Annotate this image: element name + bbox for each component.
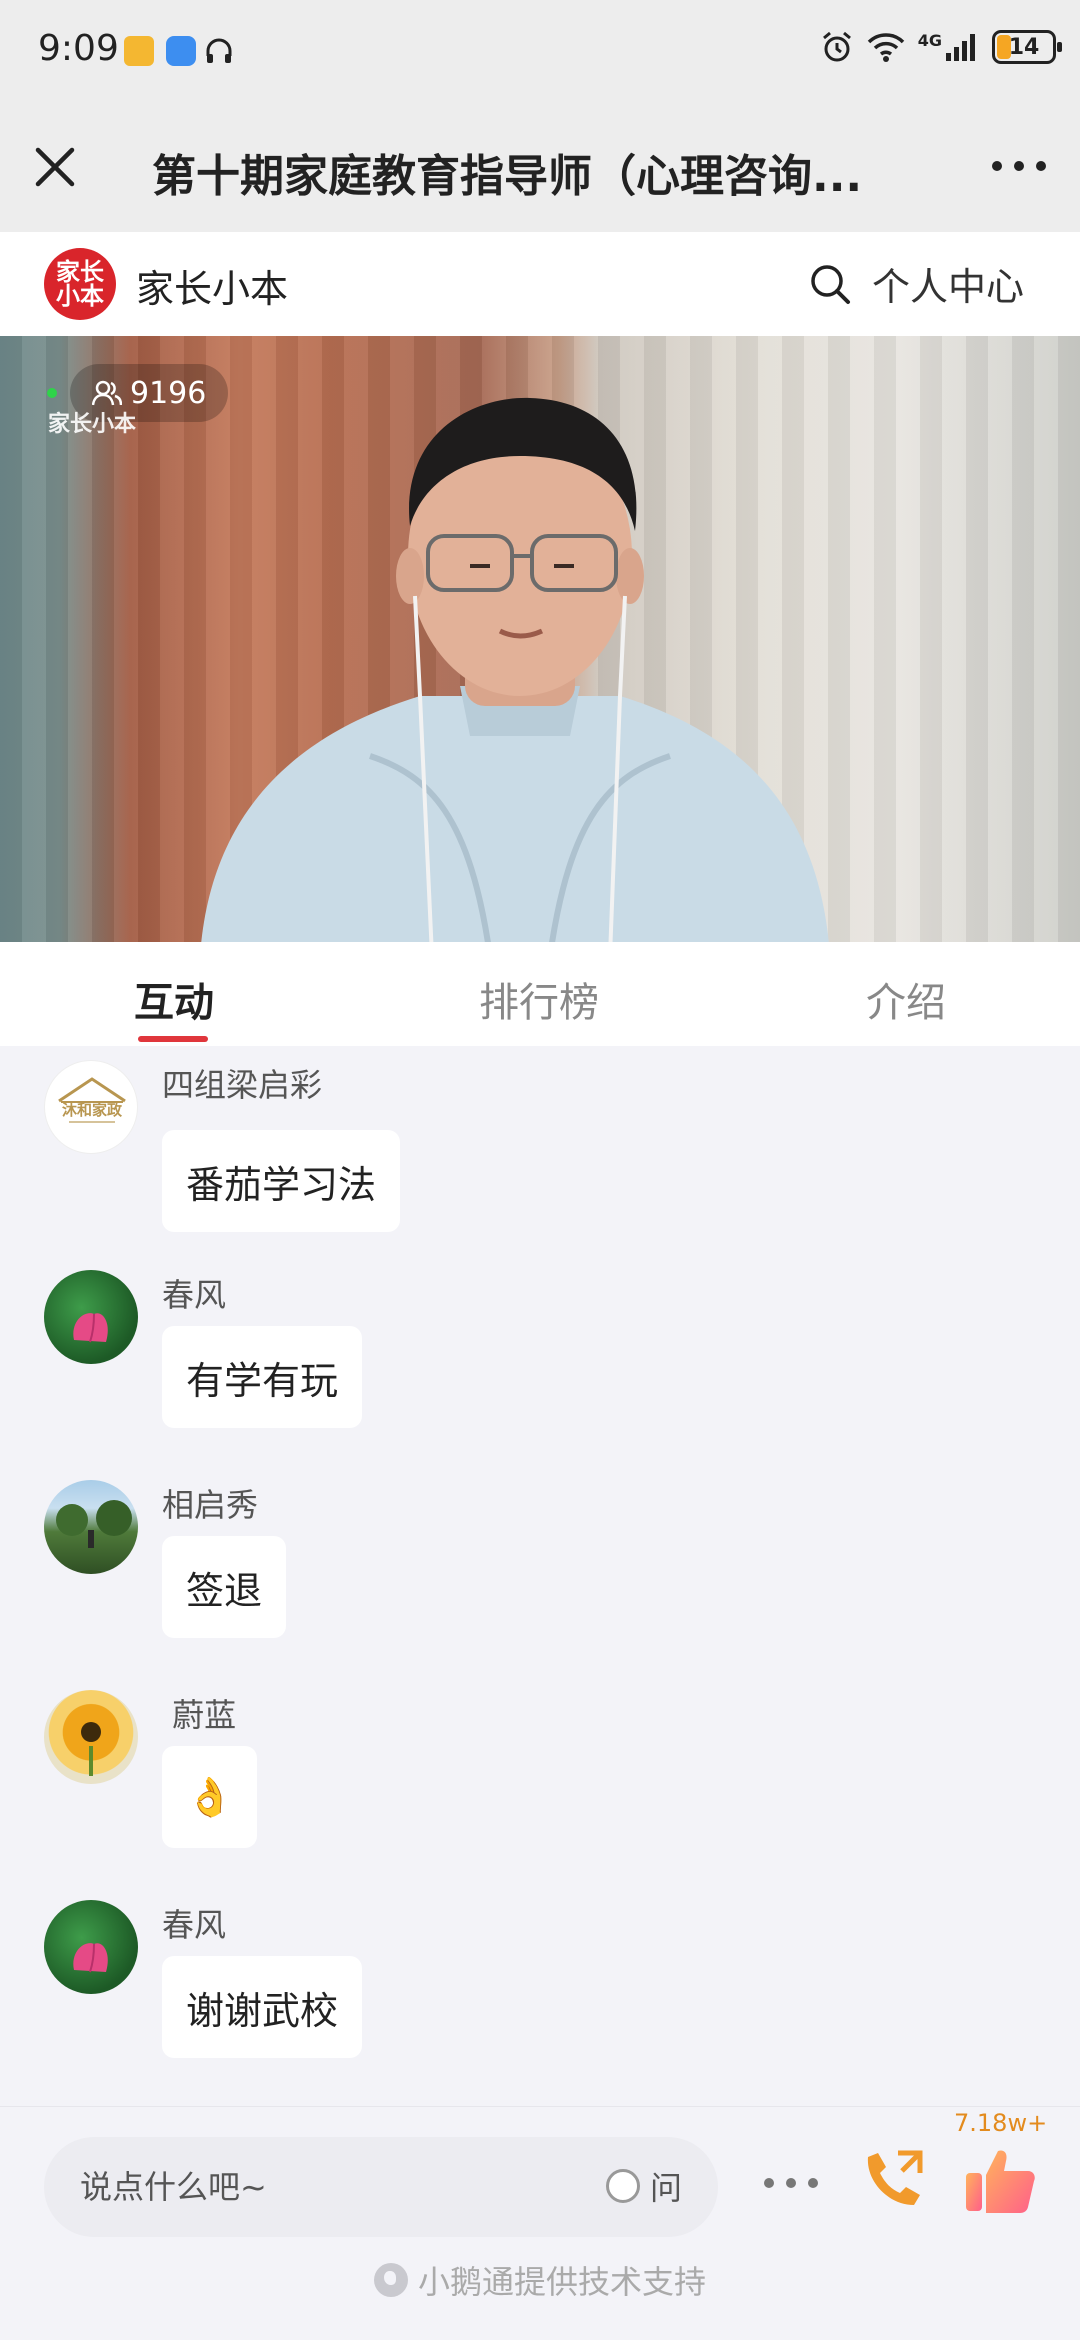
brand-logo[interactable]: 家长 小本	[44, 248, 116, 320]
live-indicator-dot	[47, 388, 57, 398]
tab-bar: 互动 排行榜 介绍	[0, 942, 1080, 1046]
shield-notification-icon	[166, 36, 196, 66]
more-actions-button[interactable]	[764, 2173, 818, 2193]
house-logo-avatar[interactable]: 沐和家政	[44, 1060, 138, 1154]
more-options-button[interactable]	[992, 156, 1046, 176]
viewers-icon	[92, 380, 122, 406]
lotus-avatar[interactable]	[44, 1900, 138, 1994]
battery-icon: 14	[992, 30, 1062, 64]
landscape-avatar[interactable]	[44, 1480, 138, 1574]
message-bubble[interactable]: 有学有玩	[162, 1326, 363, 1428]
house-logo-icon: 沐和家政	[58, 1077, 126, 1123]
sunflower-icon	[81, 1722, 101, 1776]
brand-name[interactable]: 家长小本	[136, 258, 288, 313]
message-sender: 蔚蓝	[162, 1696, 237, 1734]
message-bubble[interactable]: 谢谢武校	[162, 1956, 363, 2058]
headphones-icon	[206, 38, 232, 63]
search-icon[interactable]	[808, 262, 852, 306]
logo-text-line1: 家长	[56, 258, 104, 286]
brand-bar: 家长 小本 家长小本 个人中心	[0, 232, 1080, 336]
message-bubble[interactable]: 👌	[162, 1746, 258, 1848]
phone-call-icon[interactable]	[858, 2143, 930, 2215]
status-right-group: 4G 14	[820, 30, 1062, 64]
ask-label: 问	[649, 2169, 682, 2207]
tab-introduction[interactable]: 介绍	[866, 970, 946, 1028]
message-sender: 四组梁启彩	[162, 1066, 323, 1104]
title-bar: 第十期家庭教育指导师（心理咨询...	[0, 100, 1080, 232]
battery-level: 14	[1008, 34, 1040, 60]
close-icon[interactable]	[30, 142, 80, 192]
active-tab-indicator	[138, 1036, 208, 1042]
tab-interaction[interactable]: 互动	[134, 970, 214, 1028]
sunflower-avatar[interactable]	[44, 1690, 138, 1784]
message-sender: 相启秀	[162, 1486, 259, 1524]
presenter-video-frame	[201, 397, 829, 942]
thumbs-up-icon[interactable]	[962, 2141, 1038, 2217]
ask-radio[interactable]	[605, 2169, 640, 2203]
lotus-flower-icon	[73, 1313, 108, 1343]
alarm-icon	[822, 31, 851, 62]
footer-text: 小鹅通提供技术支持	[417, 2263, 706, 2301]
logo-text-line2: 小本	[56, 282, 104, 310]
wifi-icon	[867, 33, 904, 62]
comment-input-box[interactable]: 问	[44, 2137, 718, 2237]
chat-message-list[interactable]: 沐和家政 四组梁启彩 番茄学习法 春风 有学有玩 相启秀 签退 蔚蓝 👌 春风 …	[0, 1046, 1080, 2106]
page-title: 第十期家庭教育指导师（心理咨询...	[152, 151, 863, 202]
like-count: 7.18w+	[954, 2109, 1048, 2137]
xiaoetong-logo-icon	[373, 2263, 408, 2297]
signal-icon	[946, 34, 975, 61]
tech-support-footer: 小鹅通提供技术支持	[0, 2257, 1080, 2303]
lotus-avatar[interactable]	[44, 1270, 138, 1364]
tab-leaderboard[interactable]: 排行榜	[479, 970, 599, 1028]
status-time: 9:09	[38, 28, 119, 69]
message-sender: 春风	[162, 1276, 227, 1314]
message-sender: 春风	[162, 1906, 227, 1944]
lotus-flower-icon	[73, 1943, 108, 1973]
tree-landscape-icon	[56, 1500, 132, 1548]
bottom-bar: 问 7.18w+ 小鹅通提供技术支持	[0, 2106, 1080, 2340]
message-bubble[interactable]: 签退	[162, 1536, 287, 1638]
comment-input[interactable]	[80, 2161, 580, 2213]
viewer-count: 9196	[130, 375, 207, 411]
mail-notification-icon	[124, 36, 154, 66]
status-bar: 9:09 4G 14	[0, 0, 1080, 100]
network-type: 4G	[917, 30, 942, 50]
personal-center-link[interactable]: 个人中心	[872, 256, 1024, 311]
avatar-badge-text: 沐和家政	[62, 1101, 123, 1119]
ask-question-toggle[interactable]: 问	[605, 2163, 682, 2209]
live-video-player[interactable]: 9196 家长小本	[0, 336, 1080, 942]
message-bubble[interactable]: 番茄学习法	[162, 1130, 401, 1232]
video-watermark: 家长小本	[48, 412, 137, 437]
